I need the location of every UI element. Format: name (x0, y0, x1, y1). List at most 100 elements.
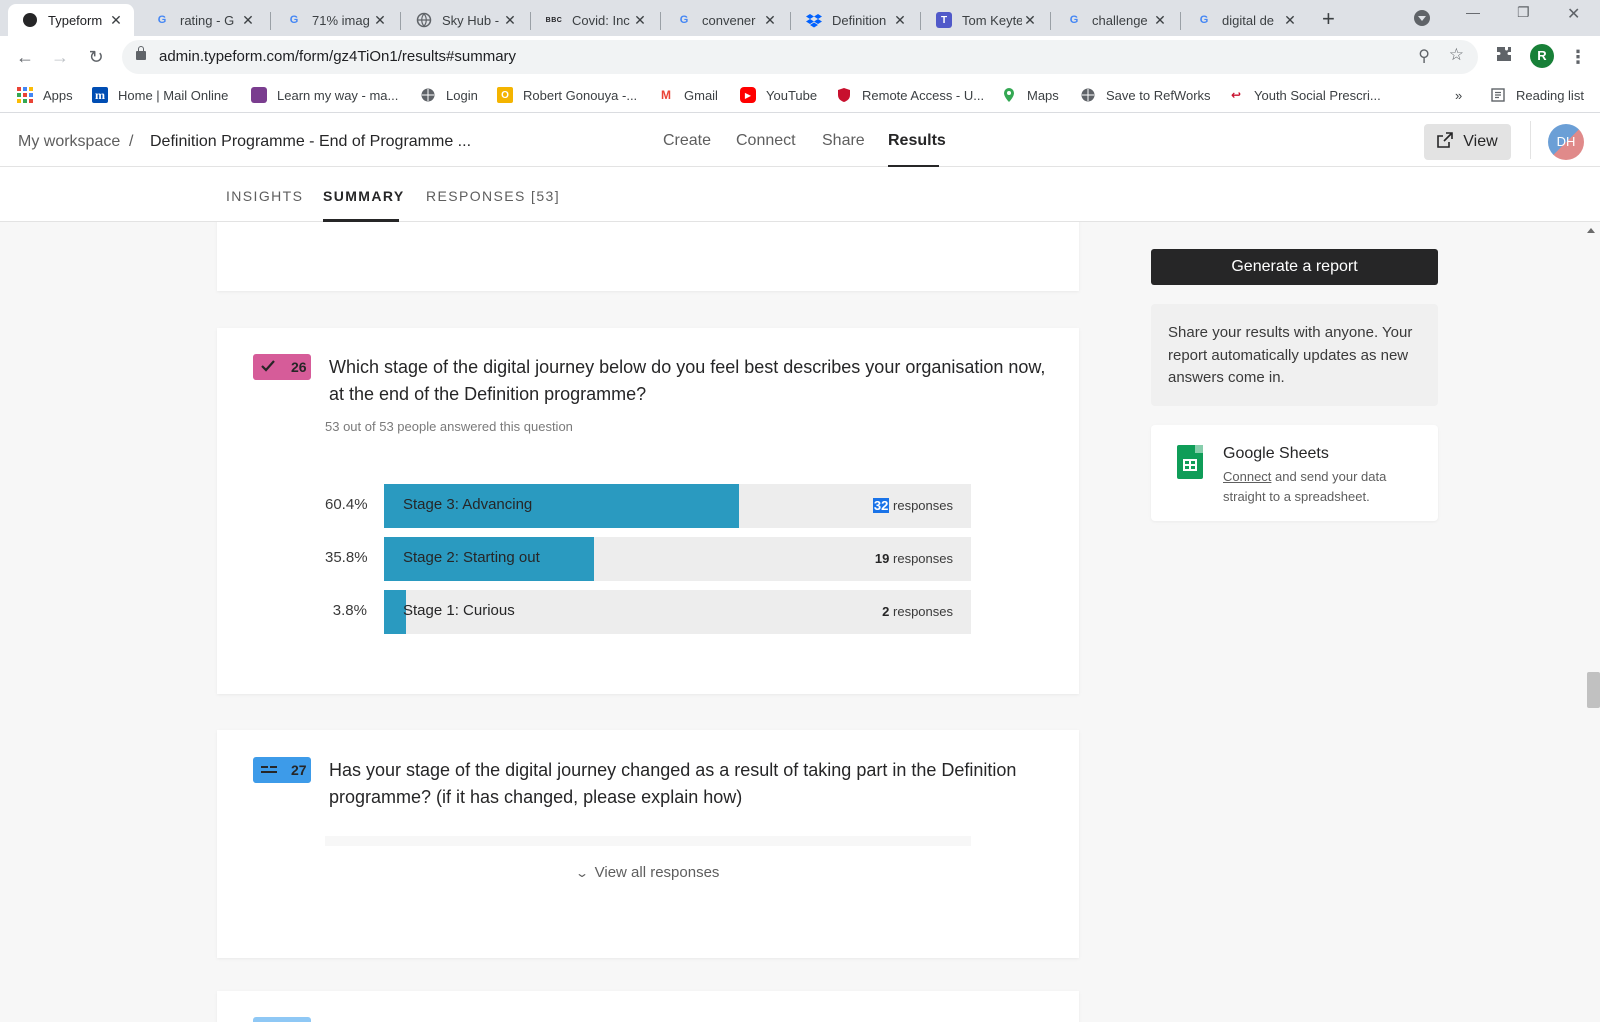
browser-tab[interactable]: Definition ✕ (792, 4, 918, 36)
user-avatar[interactable]: DH (1548, 124, 1584, 160)
scroll-up-arrow-icon[interactable] (1587, 228, 1595, 233)
back-icon[interactable]: ← (13, 45, 37, 69)
new-tab-icon[interactable]: + (1322, 6, 1335, 32)
question-card-26: 26 Which stage of the digital journey be… (217, 328, 1079, 694)
bookmark-robert-gonouya[interactable]: O Robert Gonouya -... (497, 85, 637, 105)
result-count: 2 responses (882, 604, 953, 619)
google-icon: G (679, 14, 689, 26)
question-number: 27 (291, 762, 307, 778)
menu-icon[interactable]: ⋮ (1566, 45, 1590, 69)
tab-title: convener (702, 12, 756, 28)
result-percent: 3.8% (332, 602, 367, 619)
typeform-icon (22, 12, 38, 28)
result-bar-track: Stage 3: Advancing 32 responses (384, 484, 971, 528)
breadcrumb-workspace[interactable]: My workspace (18, 133, 120, 151)
close-icon[interactable]: ✕ (892, 12, 908, 29)
tab-summary[interactable]: SUMMARY (323, 188, 405, 204)
close-icon[interactable]: ✕ (632, 12, 648, 29)
browser-tab[interactable]: G rating - G ✕ (140, 4, 266, 36)
app-header: My workspace / Definition Programme - En… (0, 113, 1600, 167)
chevron-down-icon: ⌄ (574, 866, 589, 880)
bookmark-maps[interactable]: Maps (1001, 85, 1059, 105)
reading-list[interactable]: Reading list (1490, 85, 1584, 105)
bookmark-login[interactable]: Login (420, 85, 478, 105)
view-all-responses-button[interactable]: ⌄ View all responses (217, 864, 1079, 881)
close-icon[interactable]: ✕ (502, 12, 518, 29)
scrollbar-thumb[interactable] (1587, 672, 1600, 708)
header-divider (1530, 121, 1531, 159)
browser-tab[interactable]: G challenge ✕ (1052, 4, 1178, 36)
google-icon: G (1069, 14, 1079, 26)
bbc-icon: BBC (545, 16, 563, 24)
close-icon[interactable]: ✕ (762, 12, 778, 29)
tab-insights[interactable]: INSIGHTS (226, 188, 303, 204)
close-icon[interactable]: ✕ (1022, 12, 1038, 29)
close-icon[interactable]: ✕ (1152, 12, 1168, 29)
scrollbar[interactable] (1583, 222, 1600, 1022)
minimize-icon[interactable]: — (1466, 4, 1480, 20)
extensions-icon[interactable] (1492, 45, 1516, 69)
url-text[interactable]: admin.typeform.com/form/gz4TiOn1/results… (159, 48, 516, 65)
nav-share[interactable]: Share (822, 132, 865, 150)
bookmark-learn-my-way[interactable]: Learn my way - ma... (251, 85, 398, 105)
tab-title: Covid: Inc (572, 12, 630, 28)
bookmark-apps[interactable]: Apps (17, 85, 73, 105)
tab-search-icon[interactable] (1414, 10, 1430, 26)
browser-tab[interactable]: G 71% imag ✕ (272, 4, 398, 36)
profile-avatar[interactable]: R (1530, 44, 1554, 68)
bookmark-label: YouTube (766, 87, 818, 103)
question-badge (253, 1017, 311, 1022)
close-icon[interactable]: ✕ (1282, 12, 1298, 29)
browser-tab[interactable]: G digital de ✕ (1182, 4, 1308, 36)
nav-results[interactable]: Results (888, 132, 946, 150)
bookmarks-overflow-icon[interactable]: » (1455, 85, 1462, 105)
youth-social-icon: ↩ (1230, 88, 1242, 102)
bookmark-star-icon[interactable]: ☆ (1449, 45, 1464, 65)
browser-tab[interactable]: Sky Hub - ✕ (402, 4, 528, 36)
tab-title: 71% imag (312, 12, 370, 28)
result-bar-track: Stage 2: Starting out 19 responses (384, 537, 971, 581)
browser-tab[interactable]: BBC Covid: Inc ✕ (532, 4, 658, 36)
reading-list-label: Reading list (1516, 87, 1584, 103)
google-sheets-card: Google Sheets Connect and send your data… (1151, 425, 1438, 521)
browser-tab-typeform[interactable]: Typeform ✕ (8, 4, 134, 36)
checkmark-icon (261, 359, 279, 375)
bookmark-gmail[interactable]: M Gmail (658, 85, 718, 105)
result-row: 35.8% Stage 2: Starting out 19 responses (325, 537, 985, 581)
nav-create[interactable]: Create (663, 132, 711, 150)
browser-tab[interactable]: T Tom Keyte ✕ (922, 4, 1048, 36)
view-button[interactable]: View (1424, 124, 1511, 160)
google-icon: G (1199, 14, 1209, 26)
forward-icon[interactable]: → (48, 45, 72, 69)
bookmark-label: Learn my way - ma... (277, 87, 399, 103)
question-card-previous (217, 222, 1079, 291)
close-icon[interactable]: ✕ (108, 12, 124, 29)
view-label: View (1463, 133, 1498, 150)
tab-title: digital de (1222, 12, 1275, 28)
bookmark-label: Save to RefWorks (1106, 87, 1211, 103)
bookmark-youth-social[interactable]: ↩ Youth Social Prescri... (1228, 85, 1381, 105)
generate-report-button[interactable]: Generate a report (1151, 249, 1438, 285)
result-count-number: 32 (872, 498, 890, 513)
address-bar[interactable]: admin.typeform.com/form/gz4TiOn1/results… (122, 40, 1478, 74)
reload-icon[interactable]: ↻ (84, 45, 108, 69)
tab-divider (400, 12, 401, 30)
bookmark-mail-online[interactable]: m Home | Mail Online (92, 85, 228, 105)
view-all-label: View all responses (594, 864, 720, 881)
bookmark-remote-access[interactable]: Remote Access - U... (836, 85, 984, 105)
breadcrumb-form-title[interactable]: Definition Programme - End of Programme … (150, 133, 471, 151)
result-percent: 35.8% (325, 549, 368, 566)
tab-title: Tom Keyte (962, 12, 1022, 28)
browser-tab[interactable]: G convener ✕ (662, 4, 788, 36)
bookmark-youtube[interactable]: ▶ YouTube (740, 85, 817, 105)
bookmark-refworks[interactable]: Save to RefWorks (1080, 85, 1211, 105)
tab-divider (270, 12, 271, 30)
zoom-icon[interactable]: ⚲ (1418, 46, 1430, 66)
close-icon[interactable]: ✕ (372, 12, 388, 29)
sheets-connect-link[interactable]: Connect (1223, 469, 1271, 484)
restore-icon[interactable]: ❐ (1517, 4, 1530, 21)
tab-responses[interactable]: RESPONSES [53] (426, 188, 560, 204)
nav-connect[interactable]: Connect (736, 132, 796, 150)
window-close-icon[interactable]: ✕ (1567, 4, 1580, 24)
close-icon[interactable]: ✕ (240, 12, 256, 29)
